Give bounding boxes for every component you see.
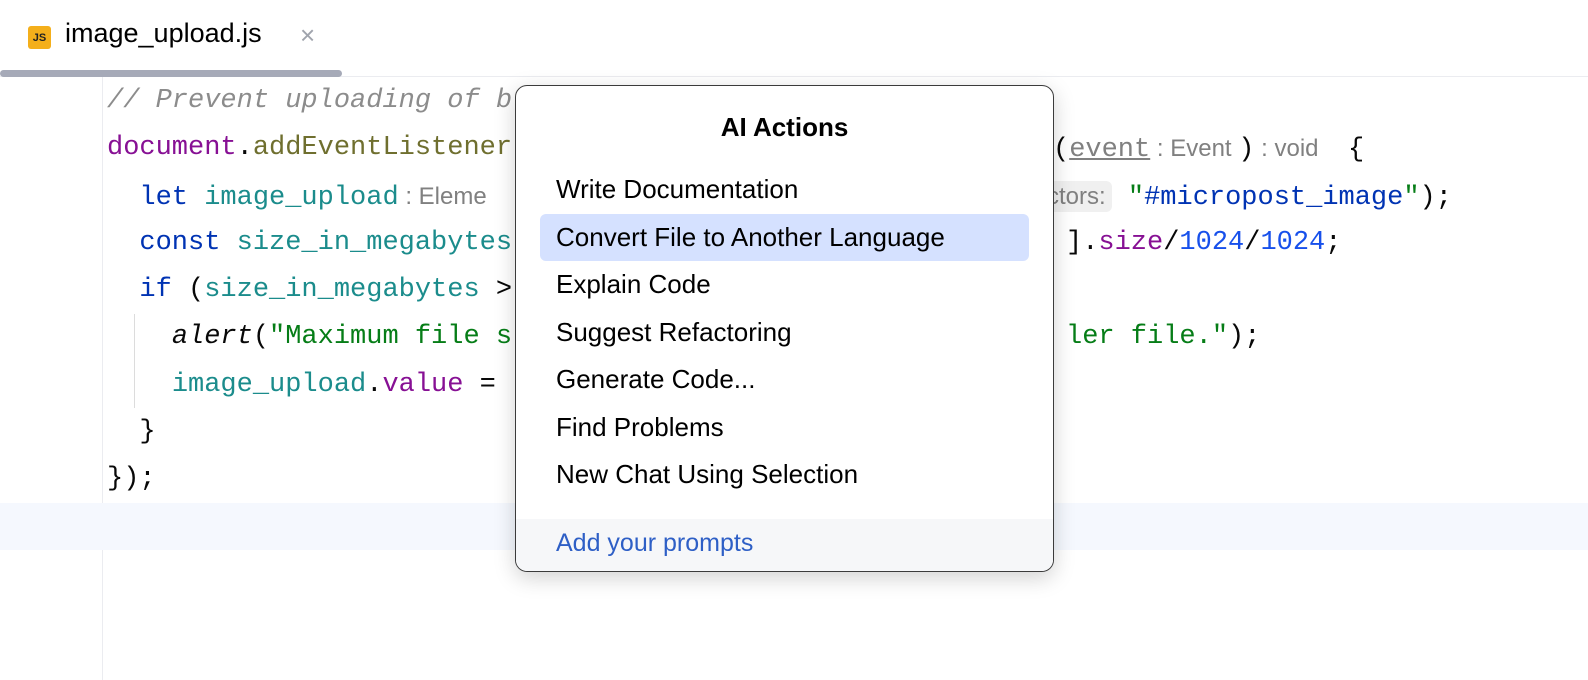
ai-actions-menu: Write Documentation Convert File to Anoth… [540, 166, 1029, 499]
menu-item-find-problems[interactable]: Find Problems [540, 404, 1029, 452]
inlay-hint: : Event [1150, 135, 1239, 163]
code-token: ) [1238, 135, 1255, 166]
code-token: size [1098, 227, 1164, 258]
menu-item-write-documentation[interactable]: Write Documentation [540, 166, 1029, 214]
code-token: "Maximum file s [269, 322, 513, 353]
code-token: ( [188, 275, 205, 306]
code-segment-left: }); [107, 464, 156, 494]
code-segment-right: (event : Event ) : void { [1053, 125, 1364, 174]
code-token: image_upload [204, 182, 399, 213]
code-token: 1024 [1260, 227, 1326, 258]
code-token: event [1069, 135, 1151, 166]
code-line[interactable]: const size_in_megabytes].size/1024/1024; [107, 220, 1341, 267]
inlay-hint: : void [1254, 135, 1332, 163]
code-segment-left: let image_upload : Eleme [107, 182, 487, 213]
code-token: / [1163, 227, 1180, 258]
code-token: > [479, 275, 513, 306]
code-segment-right: ler file."); [1066, 314, 1260, 361]
code-token: ( [252, 322, 270, 353]
code-segment-right: ctors: "#micropost_image"); [1043, 173, 1452, 222]
code-segment-left: const size_in_megabytes [107, 228, 512, 258]
code-token: ); [1419, 182, 1452, 213]
code-segment-left: if (size_in_megabytes > [107, 275, 512, 305]
code-token: " [1403, 182, 1420, 213]
code-segment-left: // Prevent uploading of b [107, 86, 512, 116]
code-token: let [107, 182, 205, 213]
code-token: ; [1325, 227, 1342, 258]
code-token: size_in_megabytes [236, 227, 513, 258]
code-token: addEventListener [252, 133, 513, 164]
code-token: / [1244, 227, 1261, 258]
menu-item-suggest-refactoring[interactable]: Suggest Refactoring [540, 309, 1029, 357]
code-token: if [107, 275, 189, 306]
code-token: 1024 [1179, 227, 1245, 258]
code-line[interactable]: if (size_in_megabytes > [107, 267, 512, 314]
code-segment-left: alert("Maximum file s [107, 322, 512, 352]
code-token: ler file." [1066, 322, 1229, 353]
code-segment-left: image_upload.value = [107, 370, 496, 400]
code-segment-left: document.addEventListener [107, 133, 512, 163]
code-token: // Prevent uploading of b [107, 86, 513, 116]
code-line[interactable]: alert("Maximum file s ler file."); [107, 314, 1261, 361]
menu-item-generate-code[interactable]: Generate Code... [540, 356, 1029, 404]
code-token: document [107, 133, 237, 164]
code-line[interactable]: let image_upload : Eleme ctors: "#micropo… [107, 173, 1452, 220]
code-line[interactable]: }); [107, 456, 512, 503]
code-token: = [463, 369, 496, 400]
active-tab-indicator [0, 70, 342, 77]
javascript-file-icon: JS [28, 26, 51, 49]
code-segment-right: ].size/1024/1024; [1066, 220, 1341, 267]
code-segment-left: } [107, 417, 156, 448]
editor-tab-bar: JS image_upload.js × [0, 0, 1588, 77]
code-token: alert [171, 322, 253, 353]
popup-footer: Add your prompts [516, 519, 1053, 571]
code-line[interactable]: } [107, 409, 512, 456]
tab-image-upload-js[interactable]: JS image_upload.js × [0, 0, 342, 77]
code-token: image_upload [171, 369, 367, 400]
code-token: ]. [1066, 227, 1099, 258]
code-token: ( [1053, 135, 1070, 166]
code-token: value [382, 369, 464, 400]
code-token: size_in_megabytes [204, 275, 480, 306]
code-token: ); [1228, 322, 1261, 353]
code-line[interactable]: // Prevent uploading of b [107, 78, 512, 125]
code-token: #micropost_image [1144, 182, 1404, 213]
menu-item-explain-code[interactable]: Explain Code [540, 261, 1029, 309]
code-token: }); [107, 464, 156, 495]
ai-actions-popup: AI Actions Write Documentation Convert Fi… [515, 85, 1054, 572]
code-editor[interactable]: // Prevent uploading of b document.addEve… [107, 78, 1452, 504]
code-token: " [1111, 182, 1145, 213]
code-line[interactable]: image_upload.value = [107, 362, 512, 409]
close-tab-icon[interactable]: × [300, 20, 315, 51]
code-token: const [107, 227, 237, 258]
code-line[interactable]: document.addEventListener (event : Event … [107, 125, 1364, 172]
code-token: . [236, 133, 253, 164]
code-token: } [107, 417, 156, 448]
inlay-hint: : Eleme [398, 182, 487, 210]
menu-item-convert-file-to-another-language[interactable]: Convert File to Another Language [540, 213, 1029, 261]
code-token: . [366, 369, 383, 400]
menu-item-new-chat-using-selection[interactable]: New Chat Using Selection [540, 451, 1029, 499]
gutter-divider [102, 77, 103, 680]
add-your-prompts-link[interactable]: Add your prompts [556, 529, 753, 558]
tab-filename: image_upload.js [65, 18, 262, 48]
popup-title: AI Actions [720, 112, 849, 142]
code-token: { [1331, 135, 1365, 166]
